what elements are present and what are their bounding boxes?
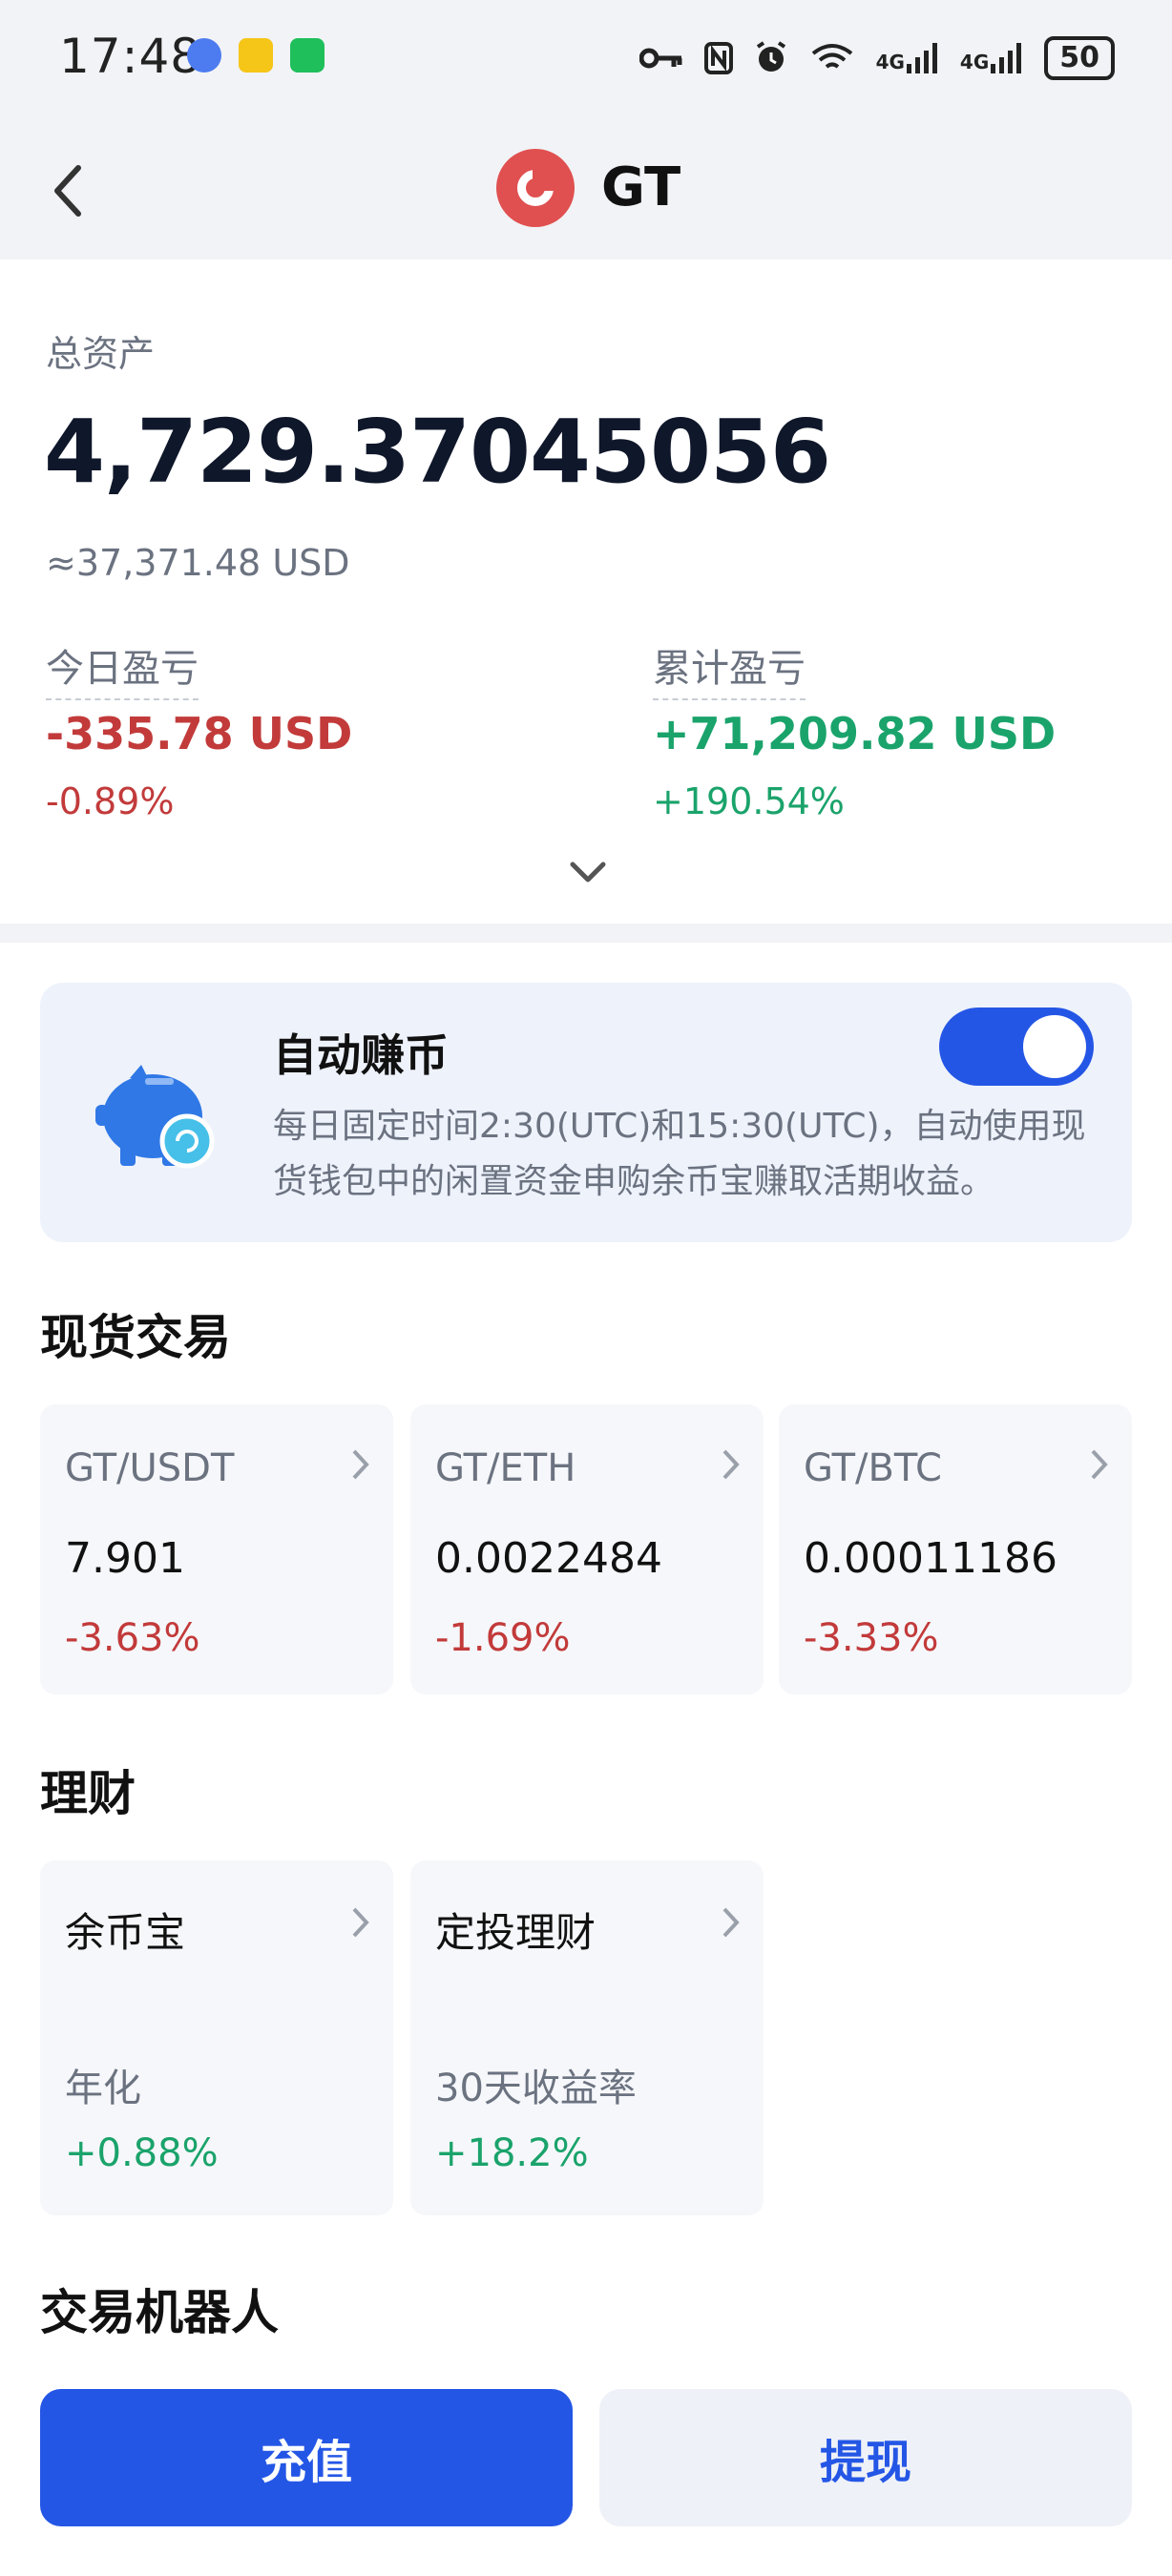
pair-price: 0.00011186	[804, 1534, 1057, 1583]
product-metric-label: 30天收益率	[435, 2067, 637, 2110]
pair-name: GT/USDT	[65, 1446, 235, 1490]
pair-price: 0.0022484	[435, 1534, 662, 1583]
cumulative-pnl-pct: +190.54%	[653, 780, 845, 822]
cumulative-pnl-value: +71,209.82 USD	[653, 708, 1057, 759]
pair-change: -3.33%	[804, 1616, 939, 1660]
total-assets-usd: ≈37,371.48 USD	[46, 542, 350, 584]
status-time: 17:48	[59, 29, 202, 84]
withdraw-button[interactable]: 提现	[599, 2389, 1132, 2526]
auto-earn-description: 每日固定时间2:30(UTC)和15:30(UTC)，自动使用现货钱包中的闲置资…	[273, 1107, 1086, 1201]
finance-section-title: 理财	[40, 1766, 136, 1821]
chevron-right-icon	[352, 1449, 369, 1480]
wifi-icon	[811, 44, 852, 69]
product-metric-value: +18.2%	[435, 2131, 589, 2175]
product-metric-label: 年化	[65, 2067, 141, 2110]
pair-price: 7.901	[65, 1534, 185, 1583]
battery-icon: 50	[1044, 36, 1115, 80]
spot-section-title: 现货交易	[40, 1310, 231, 1365]
wechat-icon	[290, 38, 324, 73]
trading-bots-section-title: 交易机器人	[40, 2285, 279, 2340]
chevron-right-icon	[722, 1907, 740, 1938]
back-arrow-icon[interactable]	[48, 162, 86, 219]
pair-name: GT/ETH	[435, 1446, 576, 1490]
today-pnl-pct: -0.89%	[46, 780, 175, 822]
total-assets-value: 4,729.37045056	[44, 401, 831, 503]
nfc-icon	[703, 42, 733, 74]
pair-name: GT/BTC	[804, 1446, 942, 1490]
deposit-button[interactable]: 充值	[40, 2389, 573, 2526]
finance-product-card[interactable]: 定投理财 30天收益率 +18.2%	[410, 1860, 764, 2215]
finance-product-card[interactable]: 余币宝 年化 +0.88%	[40, 1860, 393, 2215]
piggy-bank-icon	[95, 1065, 215, 1169]
auto-earn-toggle[interactable]	[939, 1008, 1094, 1086]
total-assets-label: 总资产	[46, 333, 156, 375]
key-icon	[638, 48, 682, 69]
pair-change: -3.63%	[65, 1616, 200, 1660]
product-metric-value: +0.88%	[65, 2131, 219, 2175]
cumulative-pnl-label[interactable]: 累计盈亏	[653, 637, 806, 700]
today-pnl-label[interactable]: 今日盈亏	[46, 637, 199, 700]
toggle-knob	[1023, 1015, 1086, 1078]
spot-pair-card[interactable]: GT/USDT 7.901 -3.63%	[40, 1404, 393, 1694]
app-icon-blue	[187, 38, 221, 73]
page-title: GT	[601, 156, 681, 218]
spot-pair-card[interactable]: GT/ETH 0.0022484 -1.69%	[410, 1404, 764, 1694]
gt-coin-icon	[496, 149, 575, 227]
product-name: 定投理财	[435, 1909, 596, 1956]
signal-2-icon: 4G	[960, 43, 1023, 73]
section-divider	[0, 924, 1172, 943]
today-pnl-value: -335.78 USD	[46, 708, 353, 759]
signal-1-icon: 4G	[876, 43, 939, 73]
status-icons: 4G 4G 50	[638, 36, 1115, 80]
pair-change: -1.69%	[435, 1616, 571, 1660]
auto-earn-title: 自动赚币	[273, 1029, 449, 1081]
chevron-right-icon	[352, 1907, 369, 1938]
chevron-right-icon	[1091, 1449, 1108, 1480]
expand-chevron-icon[interactable]	[569, 861, 607, 885]
chevron-right-icon	[722, 1449, 740, 1480]
alarm-icon	[756, 41, 785, 72]
spot-pair-card[interactable]: GT/BTC 0.00011186 -3.33%	[779, 1404, 1132, 1694]
app-icon-yellow	[239, 38, 273, 73]
product-name: 余币宝	[65, 1909, 186, 1956]
